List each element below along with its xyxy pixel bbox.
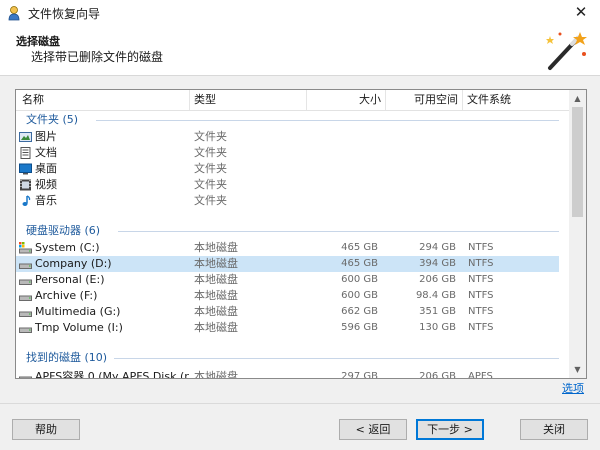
group-divider [114, 358, 559, 359]
title-bar: 文件恢复向导 ✕ [0, 0, 600, 25]
close-window-button[interactable]: ✕ [562, 0, 600, 25]
list-item[interactable]: 视频 文件夹 [16, 177, 559, 193]
videos-icon [20, 179, 31, 191]
list-item[interactable]: 桌面 文件夹 [16, 161, 559, 177]
help-button[interactable]: 帮助 [12, 419, 80, 440]
next-button[interactable]: 下一步 > [416, 419, 484, 440]
column-header: 名称 类型 大小 可用空间 文件系统 [16, 90, 569, 111]
system-drive-icon [19, 242, 32, 254]
column-name[interactable]: 名称 [18, 90, 188, 110]
list-item[interactable]: Multimedia (G:) 本地磁盘 662 GB 351 GB NTFS [16, 304, 559, 320]
list-item[interactable]: APFS容器 0 (My APFS Disk (pac 1 本地磁盘 297 G… [16, 369, 559, 378]
list-item[interactable]: Archive (F:) 本地磁盘 600 GB 98.4 GB NTFS [16, 288, 559, 304]
documents-icon [20, 147, 31, 159]
drive-icon [19, 263, 32, 269]
desktop-icon [19, 163, 32, 175]
list-item[interactable]: System (C:) 本地磁盘 465 GB 294 GB NTFS [16, 240, 559, 256]
close-button[interactable]: 关闭 [520, 419, 588, 440]
options-link[interactable]: 选项 [562, 380, 584, 396]
scroll-down-arrow-icon[interactable]: ▼ [569, 361, 586, 378]
list-item[interactable]: 图片 文件夹 [16, 129, 559, 145]
column-file-system[interactable]: 文件系统 [463, 90, 543, 110]
list-item-selected[interactable]: Company (D:) 本地磁盘 465 GB 394 GB NTFS [16, 256, 559, 272]
group-found-disks: 找到的磁盘 (10) [26, 351, 108, 364]
list-item[interactable]: 音乐 文件夹 [16, 193, 559, 209]
scroll-up-arrow-icon[interactable]: ▲ [569, 90, 586, 107]
music-icon [22, 195, 31, 206]
drive-icon [19, 327, 32, 333]
drive-icon [19, 311, 32, 317]
drive-icon [19, 295, 32, 301]
app-wizard-icon [8, 6, 20, 21]
list-item[interactable]: Personal (E:) 本地磁盘 600 GB 206 GB NTFS [16, 272, 559, 288]
column-size[interactable]: 大小 [307, 90, 385, 110]
window-title: 文件恢复向导 [28, 7, 101, 21]
column-type[interactable]: 类型 [190, 90, 306, 110]
step-subtitle: 选择带已删除文件的磁盘 [31, 50, 164, 64]
list-item[interactable]: Tmp Volume (I:) 本地磁盘 596 GB 130 GB NTFS [16, 320, 559, 336]
scroll-thumb[interactable] [572, 107, 583, 217]
step-title: 选择磁盘 [16, 35, 60, 48]
list-item[interactable]: 文档 文件夹 [16, 145, 559, 161]
disk-list[interactable]: 名称 类型 大小 可用空间 文件系统 文件夹 (5) 图片 文件夹 文档 文件夹 [15, 89, 587, 379]
drive-icon [19, 279, 32, 285]
group-folders: 文件夹 (5) [26, 113, 79, 126]
wizard-header: 选择磁盘 选择带已删除文件的磁盘 [0, 25, 600, 76]
group-divider [96, 120, 559, 121]
back-button[interactable]: < 返回 [339, 419, 407, 440]
magic-wand-icon [546, 32, 587, 70]
column-free-space[interactable]: 可用空间 [386, 90, 462, 110]
pictures-icon [19, 132, 32, 142]
footer-divider [0, 403, 600, 404]
group-divider [118, 231, 559, 232]
drive-icon [19, 376, 32, 378]
vertical-scrollbar[interactable]: ▲ ▼ [569, 90, 586, 378]
group-hard-drives: 硬盘驱动器 (6) [26, 224, 101, 237]
